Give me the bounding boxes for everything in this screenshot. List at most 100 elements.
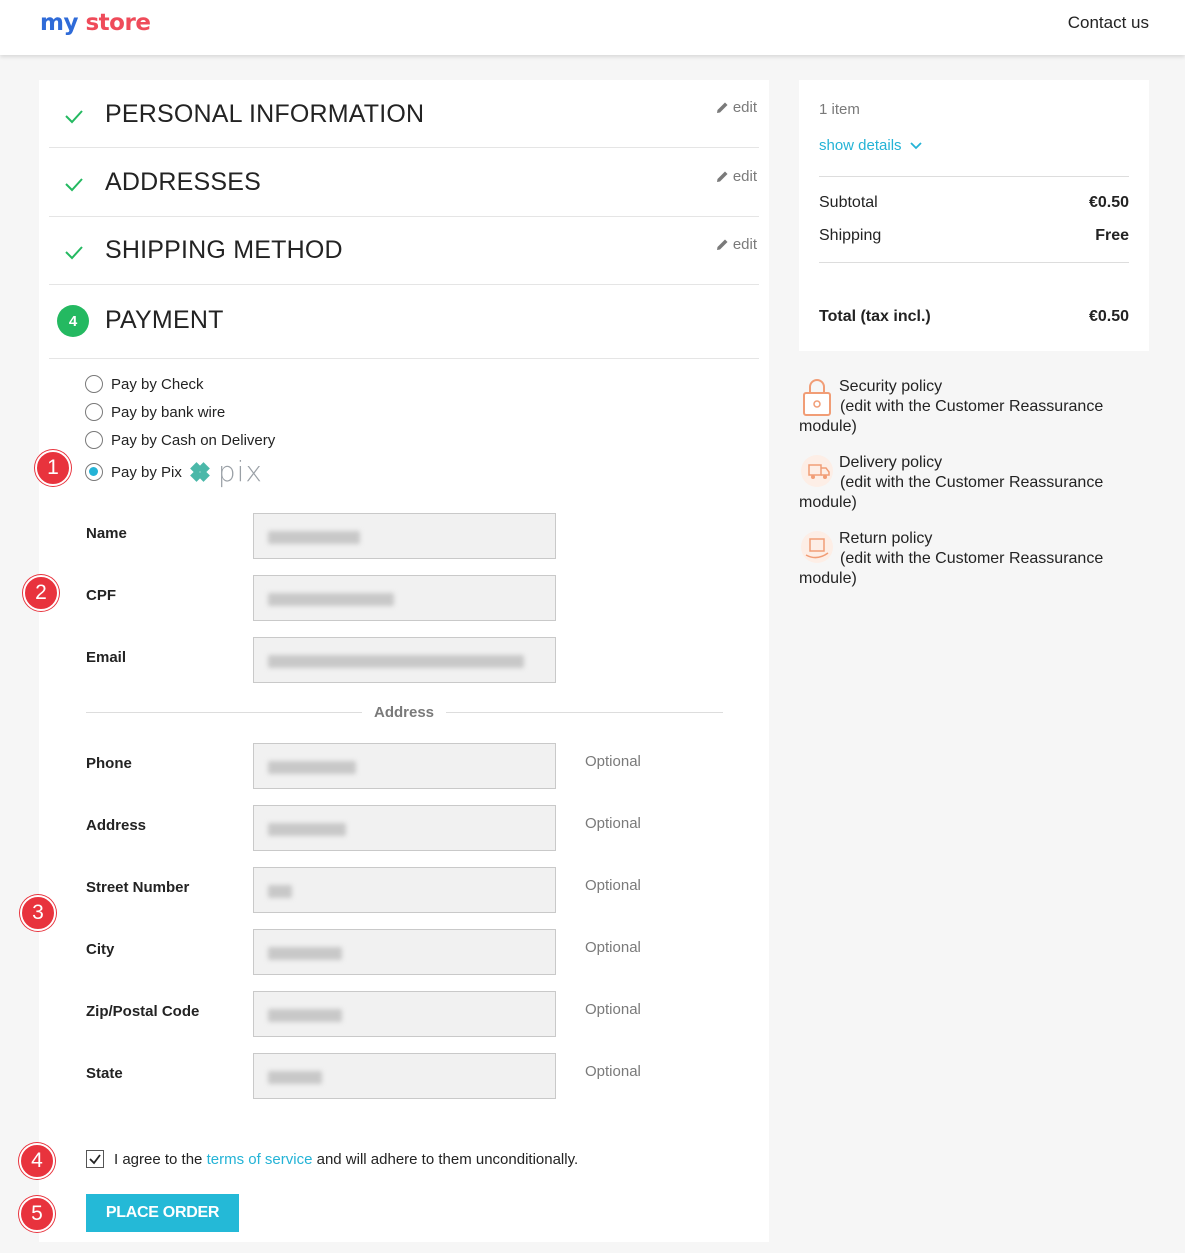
store-logo[interactable]: my store [40, 10, 151, 36]
radio-button[interactable] [85, 431, 103, 449]
checkout-steps-panel: PERSONAL INFORMATION edit ADDRESSES edit… [39, 80, 769, 1242]
reassurance-return: Return policy (edit with the Customer Re… [799, 529, 1129, 589]
city-label: City [86, 941, 115, 958]
edit-personal-information[interactable]: edit [716, 99, 757, 116]
truck-icon [801, 455, 833, 487]
summary-divider [819, 176, 1129, 177]
show-details-toggle[interactable]: show details [819, 137, 922, 154]
zip-code-label: Zip/Postal Code [86, 1003, 200, 1020]
edit-addresses[interactable]: edit [716, 168, 757, 185]
step-title: ADDRESSES [105, 168, 262, 196]
edit-shipping-method[interactable]: edit [716, 236, 757, 253]
payment-option-label: Pay by Check [111, 375, 204, 393]
contact-us-link[interactable]: Contact us [1068, 13, 1149, 33]
terms-text-after: and will adhere to them unconditionally. [312, 1150, 579, 1168]
logo-part-store: store [85, 10, 151, 36]
reassurance-description-cont: module) [799, 418, 857, 435]
annotation-marker-3: 3 [20, 895, 56, 931]
shipping-value: Free [1095, 227, 1129, 244]
return-box-icon [801, 531, 833, 563]
phone-label: Phone [86, 755, 132, 772]
street-number-label: Street Number [86, 879, 190, 896]
reassurance-description-cont: module) [799, 570, 857, 587]
item-count: 1 item [819, 101, 860, 118]
cart-summary: 1 item show details Subtotal €0.50 Shipp… [799, 80, 1149, 351]
reassurance-delivery: Delivery policy (edit with the Customer … [799, 453, 1129, 513]
step-title: PAYMENT [105, 306, 224, 334]
reassurance-description: (edit with the Customer Reassurance [840, 474, 1104, 491]
annotation-marker-4: 4 [19, 1143, 55, 1179]
cpf-input[interactable] [253, 575, 556, 621]
name-input[interactable] [253, 513, 556, 559]
email-input[interactable] [253, 637, 556, 683]
check-icon [65, 178, 83, 192]
redacted-value [268, 1071, 322, 1084]
state-input[interactable] [253, 1053, 556, 1099]
reassurance-description: (edit with the Customer Reassurance [840, 398, 1104, 415]
optional-hint: Optional [585, 1001, 641, 1018]
phone-input[interactable] [253, 743, 556, 789]
total-value: €0.50 [1088, 308, 1129, 325]
payment-option-bank-wire[interactable]: Pay by bank wire [85, 403, 225, 421]
shipping-row: Shipping Free [819, 227, 1129, 245]
radio-button-selected[interactable] [85, 463, 103, 481]
step-number-badge: 4 [57, 305, 89, 337]
summary-divider [819, 262, 1129, 263]
edit-label: edit [732, 99, 757, 116]
edit-label: edit [732, 236, 757, 253]
show-details-label: show details [819, 137, 902, 154]
subtotal-label: Subtotal [819, 194, 878, 211]
terms-of-service-link[interactable]: terms of service [207, 1151, 313, 1168]
zip-code-input[interactable] [253, 991, 556, 1037]
payment-option-pix[interactable]: Pay by Pix pix [85, 458, 263, 486]
place-order-button[interactable]: PLACE ORDER [86, 1194, 239, 1232]
optional-hint: Optional [585, 1063, 641, 1080]
radio-button[interactable] [85, 403, 103, 421]
reassurance-security: Security policy (edit with the Customer … [799, 377, 1129, 437]
payment-option-cash-on-delivery[interactable]: Pay by Cash on Delivery [85, 431, 275, 449]
email-label: Email [86, 649, 127, 666]
redacted-value [268, 655, 524, 668]
subtotal-value: €0.50 [1088, 194, 1129, 211]
step-title: SHIPPING METHOD [105, 236, 343, 264]
step-addresses[interactable]: ADDRESSES edit [49, 148, 759, 217]
check-icon [65, 246, 83, 260]
address-input[interactable] [253, 805, 556, 851]
radio-button[interactable] [85, 375, 103, 393]
pix-diamond-icon [190, 462, 210, 482]
terms-agreement: I agree to the terms of service and will… [86, 1150, 578, 1168]
subtotal-row: Subtotal €0.50 [819, 194, 1129, 212]
city-input[interactable] [253, 929, 556, 975]
step-title: PERSONAL INFORMATION [105, 100, 425, 128]
shipping-label: Shipping [819, 227, 882, 244]
annotation-marker-5: 5 [19, 1196, 55, 1232]
redacted-value [268, 823, 346, 836]
pix-wordmark: pix [217, 455, 263, 488]
redacted-value [268, 531, 360, 544]
pix-logo: pix [186, 458, 263, 486]
reassurance-title: Delivery policy [839, 454, 943, 471]
redacted-value [268, 885, 292, 898]
redacted-value [268, 947, 342, 960]
step-payment: 4 PAYMENT [49, 285, 759, 359]
step-shipping-method[interactable]: SHIPPING METHOD edit [49, 217, 759, 285]
address-label: Address [86, 817, 147, 834]
optional-hint: Optional [585, 753, 641, 770]
reassurance-description: (edit with the Customer Reassurance [840, 550, 1104, 567]
payment-option-check[interactable]: Pay by Check [85, 375, 204, 393]
step-personal-information[interactable]: PERSONAL INFORMATION edit [49, 80, 759, 148]
pencil-icon [716, 239, 728, 250]
optional-hint: Optional [585, 877, 641, 894]
address-section-label: Address [362, 704, 447, 721]
street-number-input[interactable] [253, 867, 556, 913]
top-bar: my store Contact us [0, 0, 1185, 55]
chevron-down-icon [909, 141, 922, 149]
payment-option-label: Pay by Cash on Delivery [111, 431, 276, 449]
terms-text: I agree to the terms of service and will… [114, 1151, 578, 1168]
optional-hint: Optional [585, 939, 641, 956]
cpf-label: CPF [86, 587, 116, 604]
terms-checkbox[interactable] [86, 1150, 104, 1168]
annotation-marker-2: 2 [23, 575, 59, 611]
pencil-icon [716, 171, 728, 182]
lock-icon [803, 379, 831, 416]
